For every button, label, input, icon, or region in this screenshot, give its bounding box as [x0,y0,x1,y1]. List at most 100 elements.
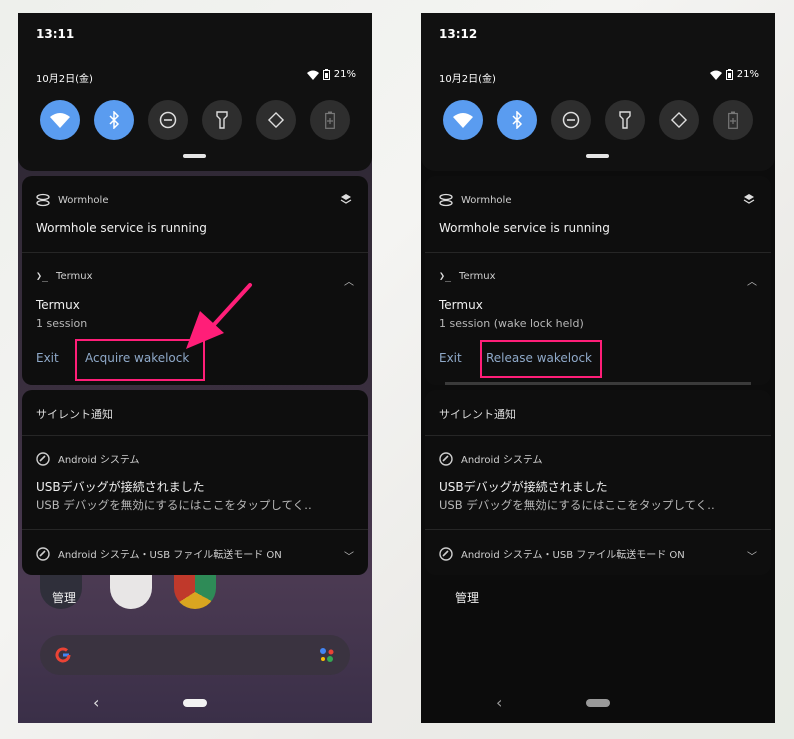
wormhole-notification-title[interactable]: Wormhole service is running [36,221,207,235]
flashlight-icon [216,111,228,129]
highlight-box [480,340,602,378]
clock: 13:12 [439,27,478,41]
nav-back-button[interactable]: ‹ [93,693,99,712]
exit-button[interactable]: Exit [36,351,59,365]
wifi-icon [453,113,473,128]
termux-session-count: 1 session (wake lock held) [439,317,584,330]
status-icons: 21% [306,69,356,80]
layers-icon [743,194,755,204]
usb-transfer-text: Android システム・USB ファイル転送モード ON [58,550,282,561]
chevron-down-icon[interactable]: ﹀ [344,548,354,563]
chrome-icon[interactable] [174,575,216,609]
date-label: 10月2日(金) [439,74,496,85]
wormhole-app-name: Wormhole [58,194,109,206]
auto-rotate-icon [670,111,688,129]
terminal-icon: ❯_ [36,271,49,282]
google-search-bar[interactable] [40,635,350,675]
quick-settings-panel: 13:12 10月2日(金) 21% [421,13,775,171]
chevron-up-icon[interactable]: ︿ [747,273,757,288]
flashlight-tile[interactable] [605,100,645,140]
wormhole-notification-title[interactable]: Wormhole service is running [439,221,610,235]
wifi-status-icon [709,70,722,80]
layers-icon [340,194,352,204]
wormhole-app-name: Wormhole [461,194,512,206]
android-system-icon [439,546,453,561]
wifi-tile[interactable] [443,100,483,140]
flashlight-icon [619,111,631,129]
battery-percent: 21% [736,69,759,80]
quick-tiles [40,100,350,140]
termux-session-count: 1 session [36,317,88,330]
usb-debug-title[interactable]: USBデバッグが接続されました [36,478,205,495]
termux-notification-title[interactable]: Termux [36,298,80,312]
wormhole-icon [36,193,50,207]
flashlight-tile[interactable] [202,100,242,140]
chevron-down-icon[interactable]: ﹀ [747,548,757,563]
wormhole-notification-header: Wormhole [439,193,511,207]
usb-transfer-notification[interactable]: Android システム・USB ファイル転送モード ON [439,546,685,561]
panel-drag-handle[interactable] [183,154,206,158]
auto-rotate-icon [267,111,285,129]
notification-card-silent: サイレント通知 Android システム USBデバッグが接続されました USB… [425,390,771,575]
divider [425,252,771,253]
battery-saver-tile[interactable] [310,100,350,140]
bluetooth-icon [109,111,120,129]
home-app-label: 管理 [52,591,77,605]
android-system-icon [36,546,50,561]
google-logo-icon [55,647,71,663]
bluetooth-icon [512,111,523,129]
usb-transfer-text: Android システム・USB ファイル転送モード ON [461,550,685,561]
notification-card-silent: サイレント通知 Android システム USBデバッグが接続されました USB… [22,390,368,575]
termux-notification-title[interactable]: Termux [439,298,483,312]
usb-transfer-notification[interactable]: Android システム・USB ファイル転送モード ON [36,546,282,561]
usb-debug-subtitle: USB デバッグを無効にするにはここをタップしてく‥ [439,498,715,512]
date-label: 10月2日(金) [36,74,93,85]
clock: 13:11 [36,27,75,41]
panel-drag-handle[interactable] [586,154,609,158]
nav-back-button[interactable]: ‹ [496,693,502,712]
battery-saver-tile[interactable] [713,100,753,140]
gmail-icon[interactable] [110,575,152,609]
bluetooth-tile[interactable] [94,100,134,140]
terminal-icon: ❯_ [439,271,452,282]
phone-screen-left: 管理 ‹ 13:11 10月2日(金) 21% Wormhole Wormhol… [18,13,372,723]
auto-rotate-tile[interactable] [659,100,699,140]
android-system-icon [439,451,453,466]
android-app-name: Android システム [58,455,140,466]
nav-home-button[interactable] [586,699,610,707]
silent-notifications-header: サイレント通知 [36,408,113,421]
do-not-disturb-tile[interactable] [551,100,591,140]
wifi-tile[interactable] [40,100,80,140]
battery-status-icon [322,69,330,80]
usb-debug-title[interactable]: USBデバッグが接続されました [439,478,608,495]
chevron-up-icon[interactable]: ︿ [344,273,354,288]
termux-notification-header: ❯_ Termux [36,271,93,282]
android-notification-header: Android システム [36,451,140,466]
exit-button[interactable]: Exit [439,351,462,365]
nav-home-button[interactable] [183,699,207,707]
assistant-icon[interactable] [316,644,338,666]
home-app-label: 管理 [455,591,480,605]
battery-status-icon [725,69,733,80]
divider [22,252,368,253]
wormhole-icon [439,193,453,207]
notification-card-wormhole-termux: Wormhole Wormhole service is running ❯_ … [425,176,771,385]
status-icons: 21% [709,69,759,80]
divider [425,435,771,436]
card-edge [445,382,751,385]
phone-screen-right: 管理 ‹ 13:12 10月2日(金) 21% Wormhole Wormhol… [421,13,775,723]
divider [425,529,771,530]
termux-notification-header: ❯_ Termux [439,271,496,282]
android-app-name: Android システム [461,455,543,466]
usb-debug-subtitle: USB デバッグを無効にするにはここをタップしてく‥ [36,498,312,512]
auto-rotate-tile[interactable] [256,100,296,140]
do-not-disturb-tile[interactable] [148,100,188,140]
do-not-disturb-icon [159,111,177,129]
bluetooth-tile[interactable] [497,100,537,140]
silent-notifications-header: サイレント通知 [439,408,516,421]
termux-app-name: Termux [56,271,93,282]
battery-saver-icon [728,111,738,129]
battery-percent: 21% [333,69,356,80]
android-notification-header: Android システム [439,451,543,466]
divider [22,435,368,436]
